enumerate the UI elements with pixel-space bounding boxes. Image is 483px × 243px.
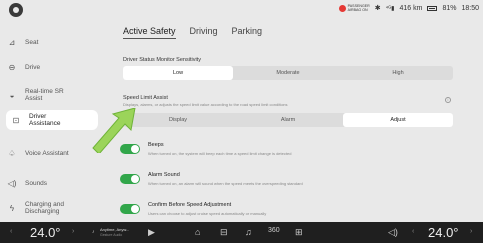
tab-parking[interactable]: Parking xyxy=(232,26,263,39)
temp-right-increase-icon[interactable]: › xyxy=(470,228,472,235)
status-indicators: PASSENGER AIRBAG ON ✱ ⁴ᴳ▮ 416 km 81% 18:5… xyxy=(338,4,479,12)
music-title: Anytime, Anyw... xyxy=(100,227,130,232)
music-note-small-icon: ♪ xyxy=(92,229,95,235)
alarm-sound-title: Alarm Sound xyxy=(148,172,180,178)
sidebar-item-sounds[interactable]: ◁) Sounds xyxy=(6,179,98,188)
toggle-row-beeps: Beeps When turned on, the system will be… xyxy=(120,142,291,156)
airbag-line2: AIRBAG ON xyxy=(347,8,368,12)
sidebar-item-label: Seat xyxy=(25,39,39,46)
sidebar-item-label: Driver Assistance xyxy=(29,113,61,127)
monitor-sensitivity-selector: Low Moderate High xyxy=(123,66,453,80)
option-high[interactable]: High xyxy=(343,66,453,80)
confirm-adjust-desc: Users can choose to adjust cruise speed … xyxy=(148,211,267,216)
sidebar-item-label: Charging and Discharging xyxy=(25,201,65,215)
clock: 18:50 xyxy=(461,4,479,12)
car-icon[interactable]: ⊟ xyxy=(220,227,228,238)
sidebar-item-sr-assist[interactable]: ◒ Real-time SR Assist xyxy=(6,88,98,102)
play-icon[interactable]: ▶ xyxy=(148,227,155,238)
settings-content: Active Safety Driving Parking Driver Sta… xyxy=(108,22,476,222)
beeps-desc: When turned on, the system will beep eac… xyxy=(148,151,292,156)
temp-left[interactable]: 24.0° xyxy=(30,225,61,240)
bluetooth-icon: ✱ xyxy=(374,5,381,12)
seat-icon: ⊿ xyxy=(8,38,16,47)
battery-label: 81% xyxy=(442,4,457,12)
toggle-row-confirm-adjust: Confirm Before Speed Adjustment Users ca… xyxy=(120,202,266,216)
speed-limit-title: Speed Limit Assist xyxy=(123,95,168,101)
option-alarm[interactable]: Alarm xyxy=(233,113,343,127)
sr-icon: ◒ xyxy=(9,90,15,100)
status-bar: PASSENGER AIRBAG ON ✱ ⁴ᴳ▮ 416 km 81% 18:5… xyxy=(0,0,483,22)
annotation-arrow-icon xyxy=(92,108,136,153)
voice-icon: ♤ xyxy=(8,149,16,158)
info-icon[interactable]: i xyxy=(445,97,451,103)
confirm-adjust-toggle[interactable] xyxy=(120,204,140,214)
tab-active-safety[interactable]: Active Safety xyxy=(123,26,176,39)
signal-icon: ⁴ᴳ▮ xyxy=(385,5,395,12)
music-icon[interactable]: ♫ xyxy=(245,227,252,237)
volume-icon[interactable]: ◁) xyxy=(388,227,398,238)
sidebar-item-label: Voice Assistant xyxy=(25,150,69,157)
steering-icon: ⊖ xyxy=(8,63,16,72)
360-camera-icon[interactable]: 360 xyxy=(268,227,280,234)
monitor-sensitivity-title: Driver Status Monitor Sensitivity xyxy=(123,57,201,63)
beeps-title: Beeps xyxy=(148,142,164,148)
speed-limit-desc: Displays, alarms, or adjusts the speed l… xyxy=(123,102,288,107)
speaker-icon: ◁) xyxy=(7,179,17,188)
alarm-sound-toggle[interactable] xyxy=(120,174,140,184)
toggle-row-alarm-sound: Alarm Sound When turned on, an alarm wil… xyxy=(120,172,303,186)
driver-assist-icon: ⊡ xyxy=(12,115,20,125)
brand-logo-icon xyxy=(9,3,23,17)
sidebar-item-seat[interactable]: ⊿ Seat xyxy=(6,38,98,47)
sidebar-item-label: Drive xyxy=(25,64,41,71)
speed-limit-selector: Display Alarm Adjust xyxy=(123,113,453,127)
sidebar-item-charging[interactable]: ϟ Charging and Discharging xyxy=(6,201,98,215)
tab-driving[interactable]: Driving xyxy=(190,26,218,39)
alarm-sound-desc: When turned on, an alarm will sound when… xyxy=(148,181,303,186)
confirm-adjust-title: Confirm Before Speed Adjustment xyxy=(148,202,232,208)
music-subtitle: Gesture Audio xyxy=(100,233,123,237)
airbag-icon xyxy=(338,4,346,12)
sidebar-item-label: Sounds xyxy=(25,180,48,187)
apps-grid-icon[interactable]: ⊞ xyxy=(295,227,303,238)
home-icon[interactable]: ⌂ xyxy=(195,227,200,237)
option-low[interactable]: Low xyxy=(123,66,233,80)
passenger-airbag-indicator: PASSENGER AIRBAG ON xyxy=(338,4,370,12)
temp-right-decrease-icon[interactable]: ‹ xyxy=(412,228,414,235)
bottom-dock: ‹ 24.0° › ♪ Anytime, Anyw... Gesture Aud… xyxy=(0,222,483,243)
range-label: 416 km xyxy=(399,4,423,12)
option-moderate[interactable]: Moderate xyxy=(233,66,343,80)
temp-left-increase-icon[interactable]: › xyxy=(72,228,74,235)
temp-right[interactable]: 24.0° xyxy=(428,225,459,240)
temp-left-decrease-icon[interactable]: ‹ xyxy=(10,228,12,235)
sidebar-item-label: Real-time SR Assist xyxy=(25,88,64,102)
option-adjust[interactable]: Adjust xyxy=(343,113,453,127)
charging-icon: ϟ xyxy=(9,203,15,213)
battery-icon xyxy=(427,5,438,11)
sidebar-item-drive[interactable]: ⊖ Drive xyxy=(6,63,98,72)
settings-tabs: Active Safety Driving Parking xyxy=(123,26,262,39)
